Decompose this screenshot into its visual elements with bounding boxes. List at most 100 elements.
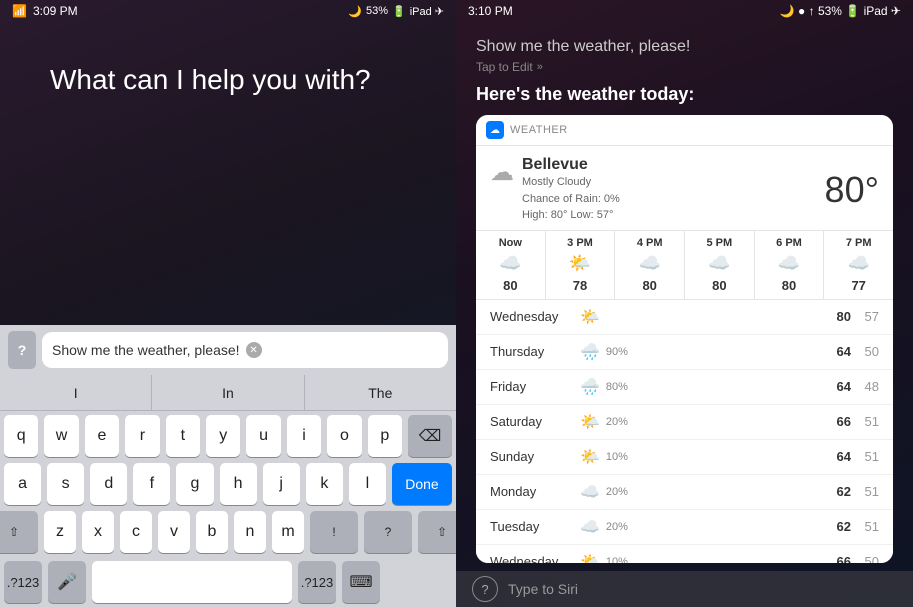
hour-col-0: Now ☁️ 80 (476, 231, 546, 299)
key-g[interactable]: g (176, 463, 213, 505)
weather-temp-big: 80° (825, 169, 879, 211)
key-b[interactable]: b (196, 511, 228, 553)
daily-high-1: 64 (823, 344, 851, 359)
key-t[interactable]: t (166, 415, 200, 457)
siri-text-input[interactable]: Show me the weather, please! ✕ (42, 332, 448, 368)
key-i[interactable]: i (287, 415, 321, 457)
daily-icon-area-6: ☁️ 20% (580, 517, 823, 537)
key-h[interactable]: h (220, 463, 257, 505)
daily-precip-6: 20% (606, 521, 628, 533)
daily-row-5: Monday ☁️ 20% 62 51 (476, 475, 893, 510)
daily-icon-2: 🌧️ (580, 377, 600, 397)
hour-col-4: 6 PM ☁️ 80 (755, 231, 825, 299)
daily-high-6: 62 (823, 519, 851, 534)
left-siri-panel: 📶 3:09 PM 🌙 53% 🔋 iPad ✈ What can I help… (0, 0, 456, 607)
shift-key[interactable]: ⇧ (0, 511, 38, 553)
keyboard-hide-key[interactable]: ⌨ (342, 561, 380, 603)
siri-question-text: What can I help you with? (50, 62, 371, 98)
space-key[interactable] (92, 561, 292, 603)
siri-user-query: Show me the weather, please! (476, 38, 893, 56)
clear-input-button[interactable]: ✕ (246, 342, 262, 358)
status-right-time: 3:10 PM (468, 4, 513, 18)
key-s[interactable]: s (47, 463, 84, 505)
tap-to-edit[interactable]: Tap to Edit » (476, 60, 893, 74)
suggestion-1[interactable]: In (152, 375, 304, 411)
key-row-3: ⇧ z x c v b n m ! ? ⇧ (4, 511, 452, 553)
key-c[interactable]: c (120, 511, 152, 553)
question-key[interactable]: ? (364, 511, 412, 553)
key-row-2: a s d f g h j k l Done (4, 463, 452, 505)
weather-city-text: Bellevue Mostly Cloudy Chance of Rain: 0… (522, 156, 620, 224)
key-a[interactable]: a (4, 463, 41, 505)
suggestion-0[interactable]: I (0, 375, 152, 411)
siri-type-placeholder[interactable]: Type to Siri (508, 581, 578, 597)
daily-row-1: Thursday 🌧️ 90% 64 50 (476, 335, 893, 370)
key-n[interactable]: n (234, 511, 266, 553)
weather-city-details: ☁ Bellevue Mostly Cloudy Chance of Rain:… (490, 156, 620, 224)
keyboard-suggestions: I In The (0, 375, 456, 411)
keyboard-question-button[interactable]: ? (8, 331, 36, 369)
delete-key[interactable]: ⌫ (408, 415, 452, 457)
num-key-left[interactable]: .?123 (4, 561, 42, 603)
hourly-forecast: Now ☁️ 80 3 PM 🌤️ 78 4 PM ☁️ 80 5 PM ☁️ (476, 230, 893, 300)
hour-label-2: 4 PM (637, 237, 663, 249)
hour-icon-3: ☁️ (708, 253, 730, 274)
hour-col-3: 5 PM ☁️ 80 (685, 231, 755, 299)
key-d[interactable]: d (90, 463, 127, 505)
daily-row-4: Sunday 🌤️ 10% 64 51 (476, 440, 893, 475)
battery-pct: 53% (366, 5, 388, 17)
hour-col-5: 7 PM ☁️ 77 (824, 231, 893, 299)
keyboard-bottom-row: .?123 🎤 .?123 ⌨ (0, 561, 456, 607)
daily-icon-area-3: 🌤️ 20% (580, 412, 823, 432)
daily-day-2: Friday (490, 379, 580, 394)
daily-day-6: Tuesday (490, 519, 580, 534)
daily-day-7: Wednesday (490, 554, 580, 563)
key-l[interactable]: l (349, 463, 386, 505)
daily-icon-7: 🌤️ (580, 552, 600, 564)
suggestion-2[interactable]: The (305, 375, 456, 411)
key-x[interactable]: x (82, 511, 114, 553)
daily-icon-area-7: 🌤️ 10% (580, 552, 823, 564)
key-z[interactable]: z (44, 511, 76, 553)
weather-card-header: ☁ WEATHER (476, 115, 893, 146)
key-k[interactable]: k (306, 463, 343, 505)
hour-icon-5: ☁️ (847, 253, 869, 274)
daily-day-5: Monday (490, 484, 580, 499)
key-o[interactable]: o (327, 415, 361, 457)
siri-bottom-question-button[interactable]: ? (472, 576, 498, 602)
daily-low-5: 51 (851, 484, 879, 499)
done-key[interactable]: Done (392, 463, 452, 505)
key-j[interactable]: j (263, 463, 300, 505)
key-v[interactable]: v (158, 511, 190, 553)
daily-day-0: Wednesday (490, 309, 580, 324)
moon-icon: 🌙 (348, 5, 362, 18)
hour-col-1: 3 PM 🌤️ 78 (546, 231, 616, 299)
daily-high-5: 62 (823, 484, 851, 499)
hour-label-5: 7 PM (846, 237, 872, 249)
daily-icon-3: 🌤️ (580, 412, 600, 432)
keyboard-area[interactable]: ? Show me the weather, please! ✕ I In Th… (0, 325, 456, 607)
key-u[interactable]: u (246, 415, 280, 457)
key-r[interactable]: r (125, 415, 159, 457)
hour-temp-4: 80 (782, 278, 796, 293)
daily-low-7: 50 (851, 554, 879, 563)
num-key-right[interactable]: .?123 (298, 561, 336, 603)
hour-temp-3: 80 (712, 278, 726, 293)
daily-precip-7: 10% (606, 556, 628, 564)
weather-app-icon: ☁ (486, 121, 504, 139)
key-w[interactable]: w (44, 415, 78, 457)
key-f[interactable]: f (133, 463, 170, 505)
key-q[interactable]: q (4, 415, 38, 457)
key-y[interactable]: y (206, 415, 240, 457)
excl-key[interactable]: ! (310, 511, 358, 553)
status-bar-left: 📶 3:09 PM 🌙 53% 🔋 iPad ✈ (0, 0, 456, 22)
weather-main-info: ☁ Bellevue Mostly Cloudy Chance of Rain:… (476, 146, 893, 230)
hour-temp-0: 80 (503, 278, 517, 293)
key-p[interactable]: p (368, 415, 402, 457)
battery-icon: 🔋 (392, 5, 406, 18)
microphone-key[interactable]: 🎤 (48, 561, 86, 603)
hour-label-3: 5 PM (707, 237, 733, 249)
key-m[interactable]: m (272, 511, 304, 553)
daily-high-3: 66 (823, 414, 851, 429)
key-e[interactable]: e (85, 415, 119, 457)
